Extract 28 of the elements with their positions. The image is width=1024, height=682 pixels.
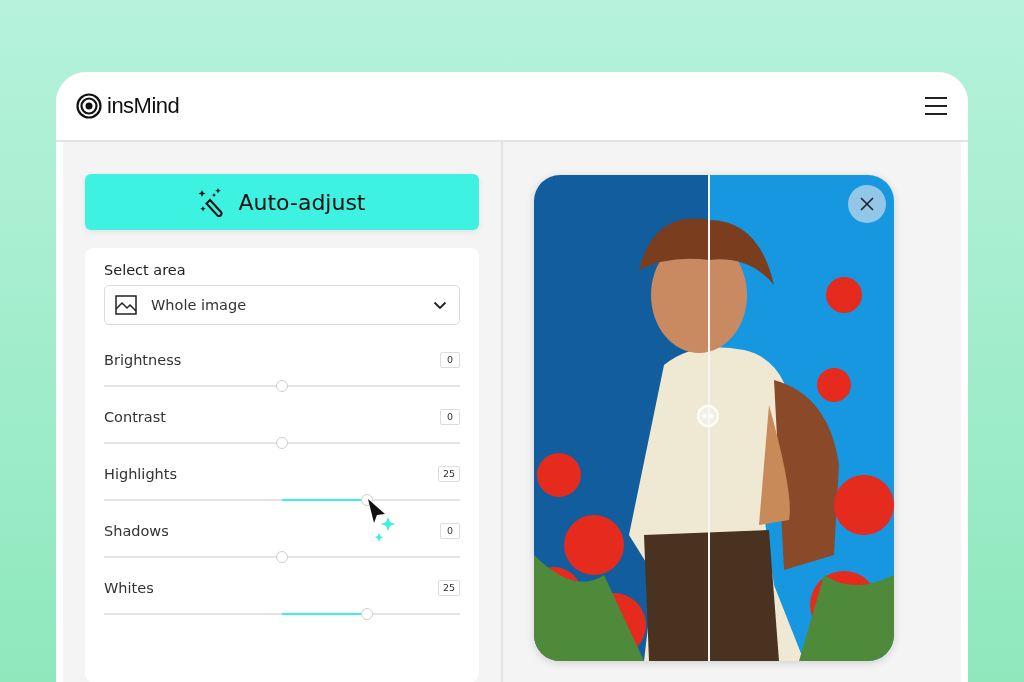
horizontal-arrows-icon	[702, 412, 714, 420]
auto-adjust-button[interactable]: Auto-adjust	[85, 174, 479, 230]
slider-thumb[interactable]	[361, 608, 374, 620]
slider-value[interactable]: 0	[440, 409, 460, 425]
pointer-cursor-icon	[367, 498, 387, 524]
select-area-label: Select area	[104, 262, 187, 278]
compare-divider-line[interactable]	[708, 175, 710, 661]
slider-value[interactable]: 0	[440, 523, 460, 539]
slider-thumb[interactable]	[276, 437, 288, 449]
slider-value[interactable]: 0	[440, 352, 460, 368]
slider-label: Shadows	[104, 523, 169, 539]
slider-label: Contrast	[104, 409, 166, 425]
area-dropdown[interactable]: Whole image	[104, 285, 460, 325]
brand-name: insMind	[107, 93, 180, 119]
menu-icon[interactable]	[924, 96, 948, 116]
slider-value[interactable]: 25	[437, 466, 460, 482]
slider-value[interactable]: 25	[437, 580, 460, 596]
logo-icon	[76, 93, 102, 119]
slider-thumb[interactable]	[276, 380, 288, 392]
slider-label: Whites	[104, 580, 154, 596]
sparkle-icon	[374, 516, 396, 544]
chevron-down-icon	[433, 300, 447, 310]
close-icon	[860, 197, 874, 211]
slider-label: Highlights	[104, 466, 178, 482]
slider-label: Brightness	[104, 352, 182, 368]
slider-thumb[interactable]	[276, 551, 288, 563]
image-icon	[115, 295, 137, 315]
compare-handle[interactable]	[697, 405, 719, 427]
